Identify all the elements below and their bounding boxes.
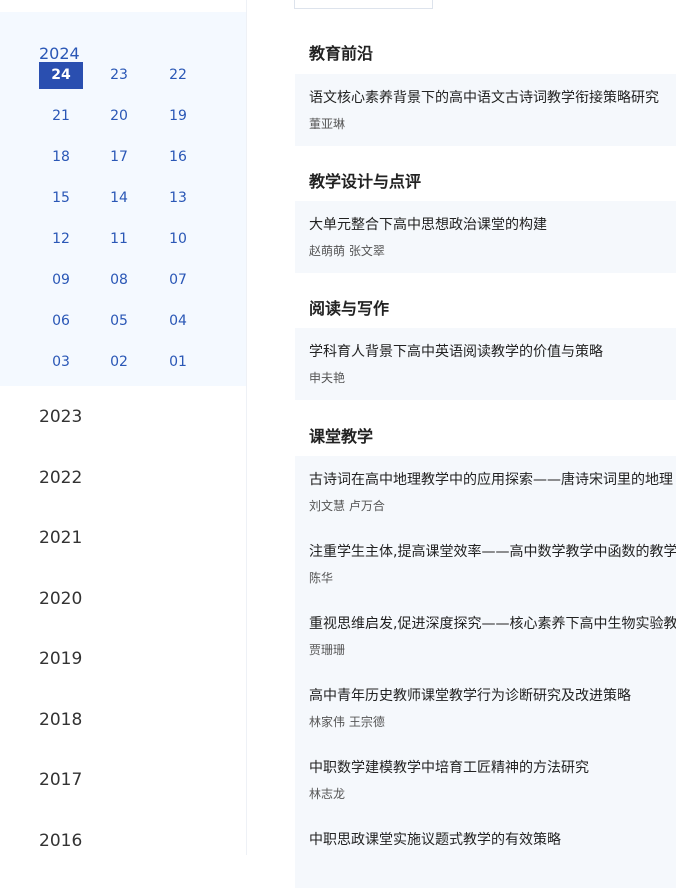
section-title: 课堂教学 [309, 427, 374, 446]
article-card[interactable]: 学科育人背景下高中英语阅读教学的价值与策略申夫艳 [295, 328, 676, 400]
section-title: 教育前沿 [309, 44, 374, 63]
issue-09[interactable]: 09 [39, 267, 83, 294]
year-sidebar: 2024 24 23 22 21 20 19 18 17 16 15 14 13 12 11 10 09 08 0… [0, 0, 247, 855]
article-card[interactable]: 大单元整合下高中思想政治课堂的构建赵萌萌 张文翠 [295, 201, 676, 273]
issue-08[interactable]: 08 [97, 267, 141, 294]
year-item-2021[interactable]: 2021 [39, 527, 82, 549]
issue-20[interactable]: 20 [97, 103, 141, 130]
issue-11[interactable]: 11 [97, 226, 141, 253]
issue-14[interactable]: 14 [97, 185, 141, 212]
article-authors: 林家伟 王宗德 [309, 715, 385, 729]
search-box-fragment[interactable] [294, 0, 433, 9]
year-item-2019[interactable]: 2019 [39, 648, 82, 670]
article-card[interactable]: 注重学生主体,提高课堂效率——高中数学教学中函数的教学陈华 [295, 528, 676, 600]
section-title: 阅读与写作 [309, 299, 390, 318]
issue-07[interactable]: 07 [156, 267, 200, 294]
article-title-link[interactable]: 语文核心素养背景下的高中语文古诗词教学衔接策略研究 [309, 89, 659, 107]
year-item-2020[interactable]: 2020 [39, 588, 82, 610]
section-title: 教学设计与点评 [309, 172, 422, 191]
article-title-link[interactable]: 高中青年历史教师课堂教学行为诊断研究及改进策略 [309, 687, 631, 705]
issue-12[interactable]: 12 [39, 226, 83, 253]
issue-04[interactable]: 04 [156, 308, 200, 335]
issue-06[interactable]: 06 [39, 308, 83, 335]
issue-21[interactable]: 21 [39, 103, 83, 130]
article-card[interactable]: 中职思政课堂实施议题式教学的有效策略 [295, 816, 676, 888]
article-title-link[interactable]: 中职数学建模教学中培育工匠精神的方法研究 [309, 759, 589, 777]
article-authors: 林志龙 [309, 787, 346, 801]
article-card[interactable]: 语文核心素养背景下的高中语文古诗词教学衔接策略研究董亚琳 [295, 74, 676, 146]
article-authors: 申夫艳 [309, 371, 346, 385]
year-item-2017[interactable]: 2017 [39, 769, 82, 791]
issue-23[interactable]: 23 [97, 62, 141, 89]
issue-16[interactable]: 16 [156, 144, 200, 171]
article-title-link[interactable]: 古诗词在高中地理教学中的应用探索——唐诗宋词里的地理 [309, 471, 673, 489]
article-title-link[interactable]: 重视思维启发,促进深度探究——核心素养下高中生物实验教学 [309, 615, 676, 633]
year-item-2016[interactable]: 2016 [39, 830, 82, 852]
issue-19[interactable]: 19 [156, 103, 200, 130]
year-item-2022[interactable]: 2022 [39, 467, 82, 489]
article-title-link[interactable]: 大单元整合下高中思想政治课堂的构建 [309, 216, 547, 234]
issue-10[interactable]: 10 [156, 226, 200, 253]
article-card[interactable]: 重视思维启发,促进深度探究——核心素养下高中生物实验教学贾珊珊 [295, 600, 676, 672]
issue-24[interactable]: 24 [39, 62, 83, 89]
article-authors: 刘文慧 卢万合 [309, 499, 385, 513]
article-card[interactable]: 古诗词在高中地理教学中的应用探索——唐诗宋词里的地理刘文慧 卢万合 [295, 456, 676, 528]
article-authors: 董亚琳 [309, 117, 346, 131]
issue-02[interactable]: 02 [97, 349, 141, 376]
article-title-link[interactable]: 注重学生主体,提高课堂效率——高中数学教学中函数的教学 [309, 543, 676, 561]
issue-03[interactable]: 03 [39, 349, 83, 376]
issue-18[interactable]: 18 [39, 144, 83, 171]
article-card[interactable]: 中职数学建模教学中培育工匠精神的方法研究林志龙 [295, 744, 676, 816]
issue-22[interactable]: 22 [156, 62, 200, 89]
article-authors: 赵萌萌 张文翠 [309, 244, 385, 258]
issue-13[interactable]: 13 [156, 185, 200, 212]
article-card[interactable]: 高中青年历史教师课堂教学行为诊断研究及改进策略林家伟 王宗德 [295, 672, 676, 744]
article-authors: 陈华 [309, 571, 334, 585]
issue-01[interactable]: 01 [156, 349, 200, 376]
issue-05[interactable]: 05 [97, 308, 141, 335]
issue-17[interactable]: 17 [97, 144, 141, 171]
article-title-link[interactable]: 学科育人背景下高中英语阅读教学的价值与策略 [309, 343, 603, 361]
article-authors: 贾珊珊 [309, 643, 346, 657]
year-item-2023[interactable]: 2023 [39, 406, 82, 428]
year-item-2018[interactable]: 2018 [39, 709, 82, 731]
issue-15[interactable]: 15 [39, 185, 83, 212]
current-year-label[interactable]: 2024 [39, 44, 80, 64]
article-title-link[interactable]: 中职思政课堂实施议题式教学的有效策略 [309, 831, 561, 849]
